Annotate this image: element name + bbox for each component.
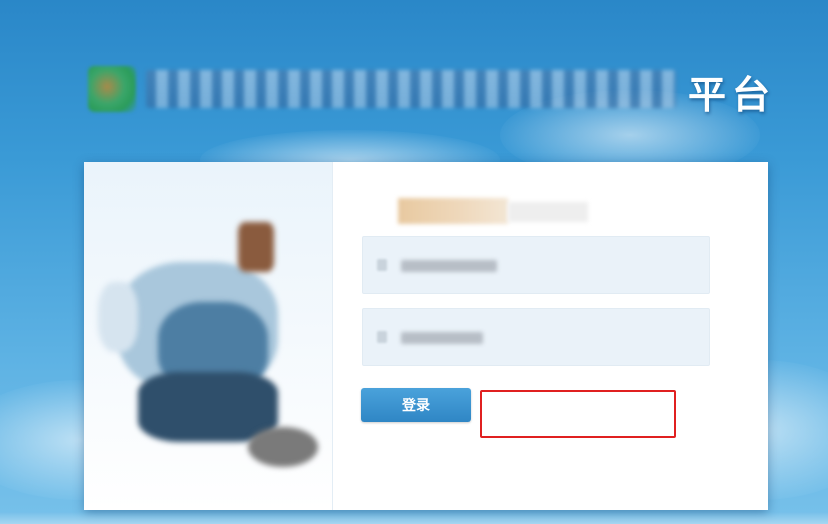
login-illustration-panel [84,162,333,510]
computer-illustration [98,222,328,472]
bottom-strip [0,512,828,524]
username-field-wrapper [362,236,710,294]
login-button[interactable]: 登录 [361,388,471,422]
lock-icon [377,331,387,343]
password-placeholder-redacted [401,332,483,344]
username-placeholder-redacted [401,260,497,272]
logo-icon [88,66,136,112]
password-field-wrapper [362,308,710,366]
site-title-suffix: 平台 [688,72,777,117]
site-title-redacted [146,70,676,108]
login-card: 登录 [84,162,768,510]
user-icon [377,259,387,271]
login-page: 平台 登录 [0,0,828,524]
login-form-panel: 登录 [340,162,768,510]
site-header [88,60,678,120]
login-message-box [480,390,676,438]
form-heading-redacted [398,198,588,224]
